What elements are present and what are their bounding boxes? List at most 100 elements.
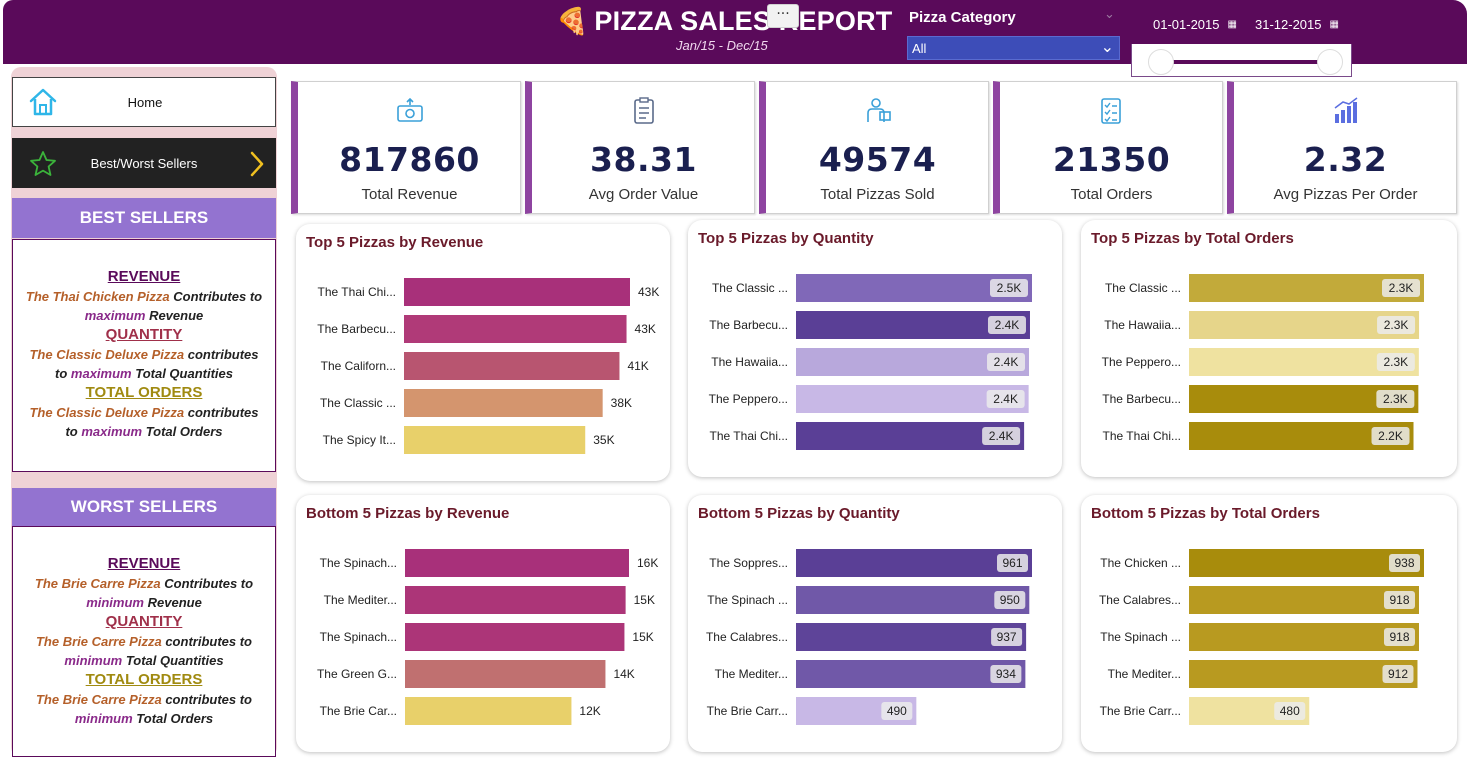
calendar-icon[interactable]: ▦ — [1228, 19, 1237, 30]
data-label: 41K — [627, 359, 648, 373]
worst-quantity-line2: minimum Total Quantities — [64, 653, 224, 668]
bar[interactable] — [405, 549, 629, 577]
bar[interactable] — [796, 549, 1032, 577]
chart-bottom5-orders: The Chicken ... 938 The Calabres... 918 The … — [1081, 495, 1457, 752]
kpi-label: Total Revenue — [361, 186, 458, 203]
kpi-value: 2.32 — [1303, 140, 1388, 179]
report-title-group: 🍕 PIZZA SALES REPORT — [556, 6, 893, 37]
category-label: The Brie Carr... — [1100, 704, 1181, 718]
data-label: 2.4K — [995, 318, 1020, 332]
best-sellers-heading: BEST SELLERS — [12, 198, 276, 238]
bar[interactable] — [404, 278, 630, 306]
category-label: The Hawaiia... — [1104, 318, 1181, 332]
category-label: The Thai Chi... — [318, 285, 396, 299]
bar[interactable] — [404, 352, 620, 380]
chart-title: Bottom 5 Pizzas by Total Orders — [1091, 505, 1320, 522]
category-label: The Peppero... — [1102, 355, 1181, 369]
kpi-card-total-pizzas-sold: 49574 Total Pizzas Sold — [759, 81, 989, 214]
data-label: 2.4K — [989, 429, 1014, 443]
bar[interactable] — [405, 660, 606, 688]
data-label: 12K — [579, 704, 600, 718]
nav-best-worst-button[interactable]: Best/Worst Sellers — [12, 138, 276, 188]
category-label: The Thai Chi... — [1103, 429, 1181, 443]
calendar-icon[interactable]: ▦ — [1330, 19, 1339, 30]
data-label: 918 — [1389, 630, 1409, 644]
slider-end-handle[interactable] — [1317, 49, 1343, 75]
bar[interactable] — [404, 426, 586, 454]
data-label: 35K — [593, 433, 614, 447]
worst-quantity-heading: QUANTITY — [105, 613, 183, 630]
nav-home-label: Home — [127, 95, 163, 110]
data-label: 43K — [635, 322, 656, 336]
more-options-button[interactable]: ··· — [767, 4, 799, 28]
data-label: 918 — [1389, 593, 1409, 607]
worst-revenue-heading: REVENUE — [107, 555, 181, 572]
chart-bottom5-revenue: The Spinach... 16K The Mediter... 15K The Sp… — [296, 495, 670, 752]
clipboard-icon — [532, 96, 755, 130]
best-revenue-line2: maximum Revenue — [84, 308, 204, 323]
data-label: 912 — [1388, 667, 1408, 681]
chevron-right-icon — [248, 150, 266, 182]
data-label: 15K — [634, 593, 655, 607]
chevron-down-icon[interactable]: ⌄ — [1104, 7, 1115, 22]
slider-start-handle[interactable] — [1148, 49, 1174, 75]
category-label: The Classic ... — [1105, 281, 1181, 295]
category-label: The Calabres... — [1099, 593, 1181, 607]
category-label: The Spinach... — [320, 556, 397, 570]
slider-track[interactable] — [1160, 60, 1330, 64]
worst-sellers-heading: WORST SELLERS — [12, 488, 276, 526]
category-label: The Brie Car... — [320, 704, 397, 718]
category-select-value: All — [912, 41, 927, 56]
data-label: 961 — [1002, 556, 1022, 570]
best-quantity-heading: QUANTITY — [105, 326, 183, 343]
start-date-input[interactable]: 01-01-2015 ▦ — [1147, 12, 1243, 36]
data-label: 2.3K — [1384, 355, 1409, 369]
data-label: 2.2K — [1378, 429, 1403, 443]
data-label: 934 — [996, 667, 1016, 681]
bar[interactable] — [405, 623, 625, 651]
bar[interactable] — [404, 315, 627, 343]
money-icon — [298, 96, 521, 130]
best-quantity-line1: The Classic Deluxe Pizza contributes — [29, 347, 259, 362]
bar-chart-plot: The Thai Chi... 43K The Barbecu... 43K The C… — [317, 278, 659, 454]
category-select[interactable]: All ⌄ — [907, 36, 1120, 60]
data-label: 14K — [613, 667, 634, 681]
kpi-card-avg-order-value: 38.31 Avg Order Value — [525, 81, 755, 214]
nav-best-worst-label: Best/Worst Sellers — [90, 156, 198, 171]
pizza-icon: 🍕 — [556, 6, 589, 37]
category-label: The Soppres... — [709, 556, 788, 570]
category-label: The Californ... — [321, 359, 396, 373]
start-date-value: 01-01-2015 — [1153, 16, 1220, 32]
category-label: The Spicy It... — [323, 433, 396, 447]
end-date-value: 31-12-2015 — [1255, 16, 1322, 32]
chart-title: Bottom 5 Pizzas by Quantity — [698, 505, 900, 522]
delivery-icon — [766, 96, 989, 130]
chart-title: Top 5 Pizzas by Revenue — [306, 234, 484, 251]
kpi-label: Avg Pizzas Per Order — [1273, 186, 1418, 203]
end-date-input[interactable]: 31-12-2015 ▦ — [1249, 12, 1345, 36]
bar[interactable] — [405, 586, 626, 614]
category-label: The Barbecu... — [317, 322, 396, 336]
category-label: The Barbecu... — [709, 318, 788, 332]
nav-home-button[interactable]: Home — [12, 77, 276, 127]
bar[interactable] — [1189, 549, 1424, 577]
chart-title: Top 5 Pizzas by Total Orders — [1091, 230, 1294, 247]
best-revenue-heading: REVENUE — [107, 268, 181, 285]
data-label: 38K — [611, 396, 632, 410]
chart-top5-orders: The Classic ... 2.3K The Hawaiia... 2.3K The… — [1081, 220, 1457, 477]
bar[interactable] — [405, 697, 572, 725]
data-label: 2.3K — [1384, 318, 1409, 332]
chevron-down-icon: ⌄ — [1100, 37, 1114, 56]
report-title: PIZZA SALES REPORT — [594, 6, 893, 36]
category-label: The Hawaiia... — [711, 355, 788, 369]
worst-orders-heading: TOTAL ORDERS — [85, 671, 203, 688]
bar[interactable] — [404, 389, 603, 417]
worst-revenue-line1: The Brie Carre Pizza Contributes to — [34, 576, 254, 591]
category-filter-label: Pizza Category — [909, 9, 1016, 26]
kpi-value: 38.31 — [590, 140, 697, 179]
kpi-label: Total Orders — [1070, 186, 1153, 203]
category-label: The Chicken ... — [1100, 556, 1181, 570]
report-subtitle: Jan/15 - Dec/15 — [676, 38, 768, 53]
chart-bottom5-quantity: The Soppres... 961 The Spinach ... 950 The C… — [688, 495, 1062, 752]
date-range-slider[interactable] — [1131, 44, 1352, 77]
